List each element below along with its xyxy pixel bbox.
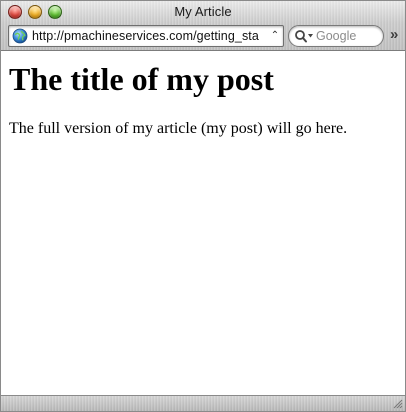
snapback-icon[interactable]: ⌃ [270, 31, 280, 41]
page-viewport: The title of my post The full version of… [1, 52, 405, 396]
post-body: The full version of my article (my post)… [9, 120, 348, 137]
status-bar [1, 395, 405, 411]
resize-grip-icon[interactable] [392, 398, 403, 409]
address-bar[interactable]: http://pmachineservices.com/getting_sta … [8, 25, 284, 47]
window-title: My Article [174, 4, 232, 19]
magnifier-icon[interactable] [294, 29, 314, 43]
address-input[interactable]: http://pmachineservices.com/getting_sta [32, 29, 270, 43]
google-search-field[interactable]: Google [288, 25, 384, 47]
post-title: The title of my post [9, 61, 274, 97]
globe-icon [12, 28, 28, 44]
window-chrome: My Article http://pmachineservices.com/g… [1, 1, 405, 51]
overflow-chevron-icon[interactable]: » [390, 26, 404, 44]
search-input-placeholder[interactable]: Google [316, 29, 356, 43]
browser-window: My Article http://pmachineservices.com/g… [0, 0, 406, 412]
